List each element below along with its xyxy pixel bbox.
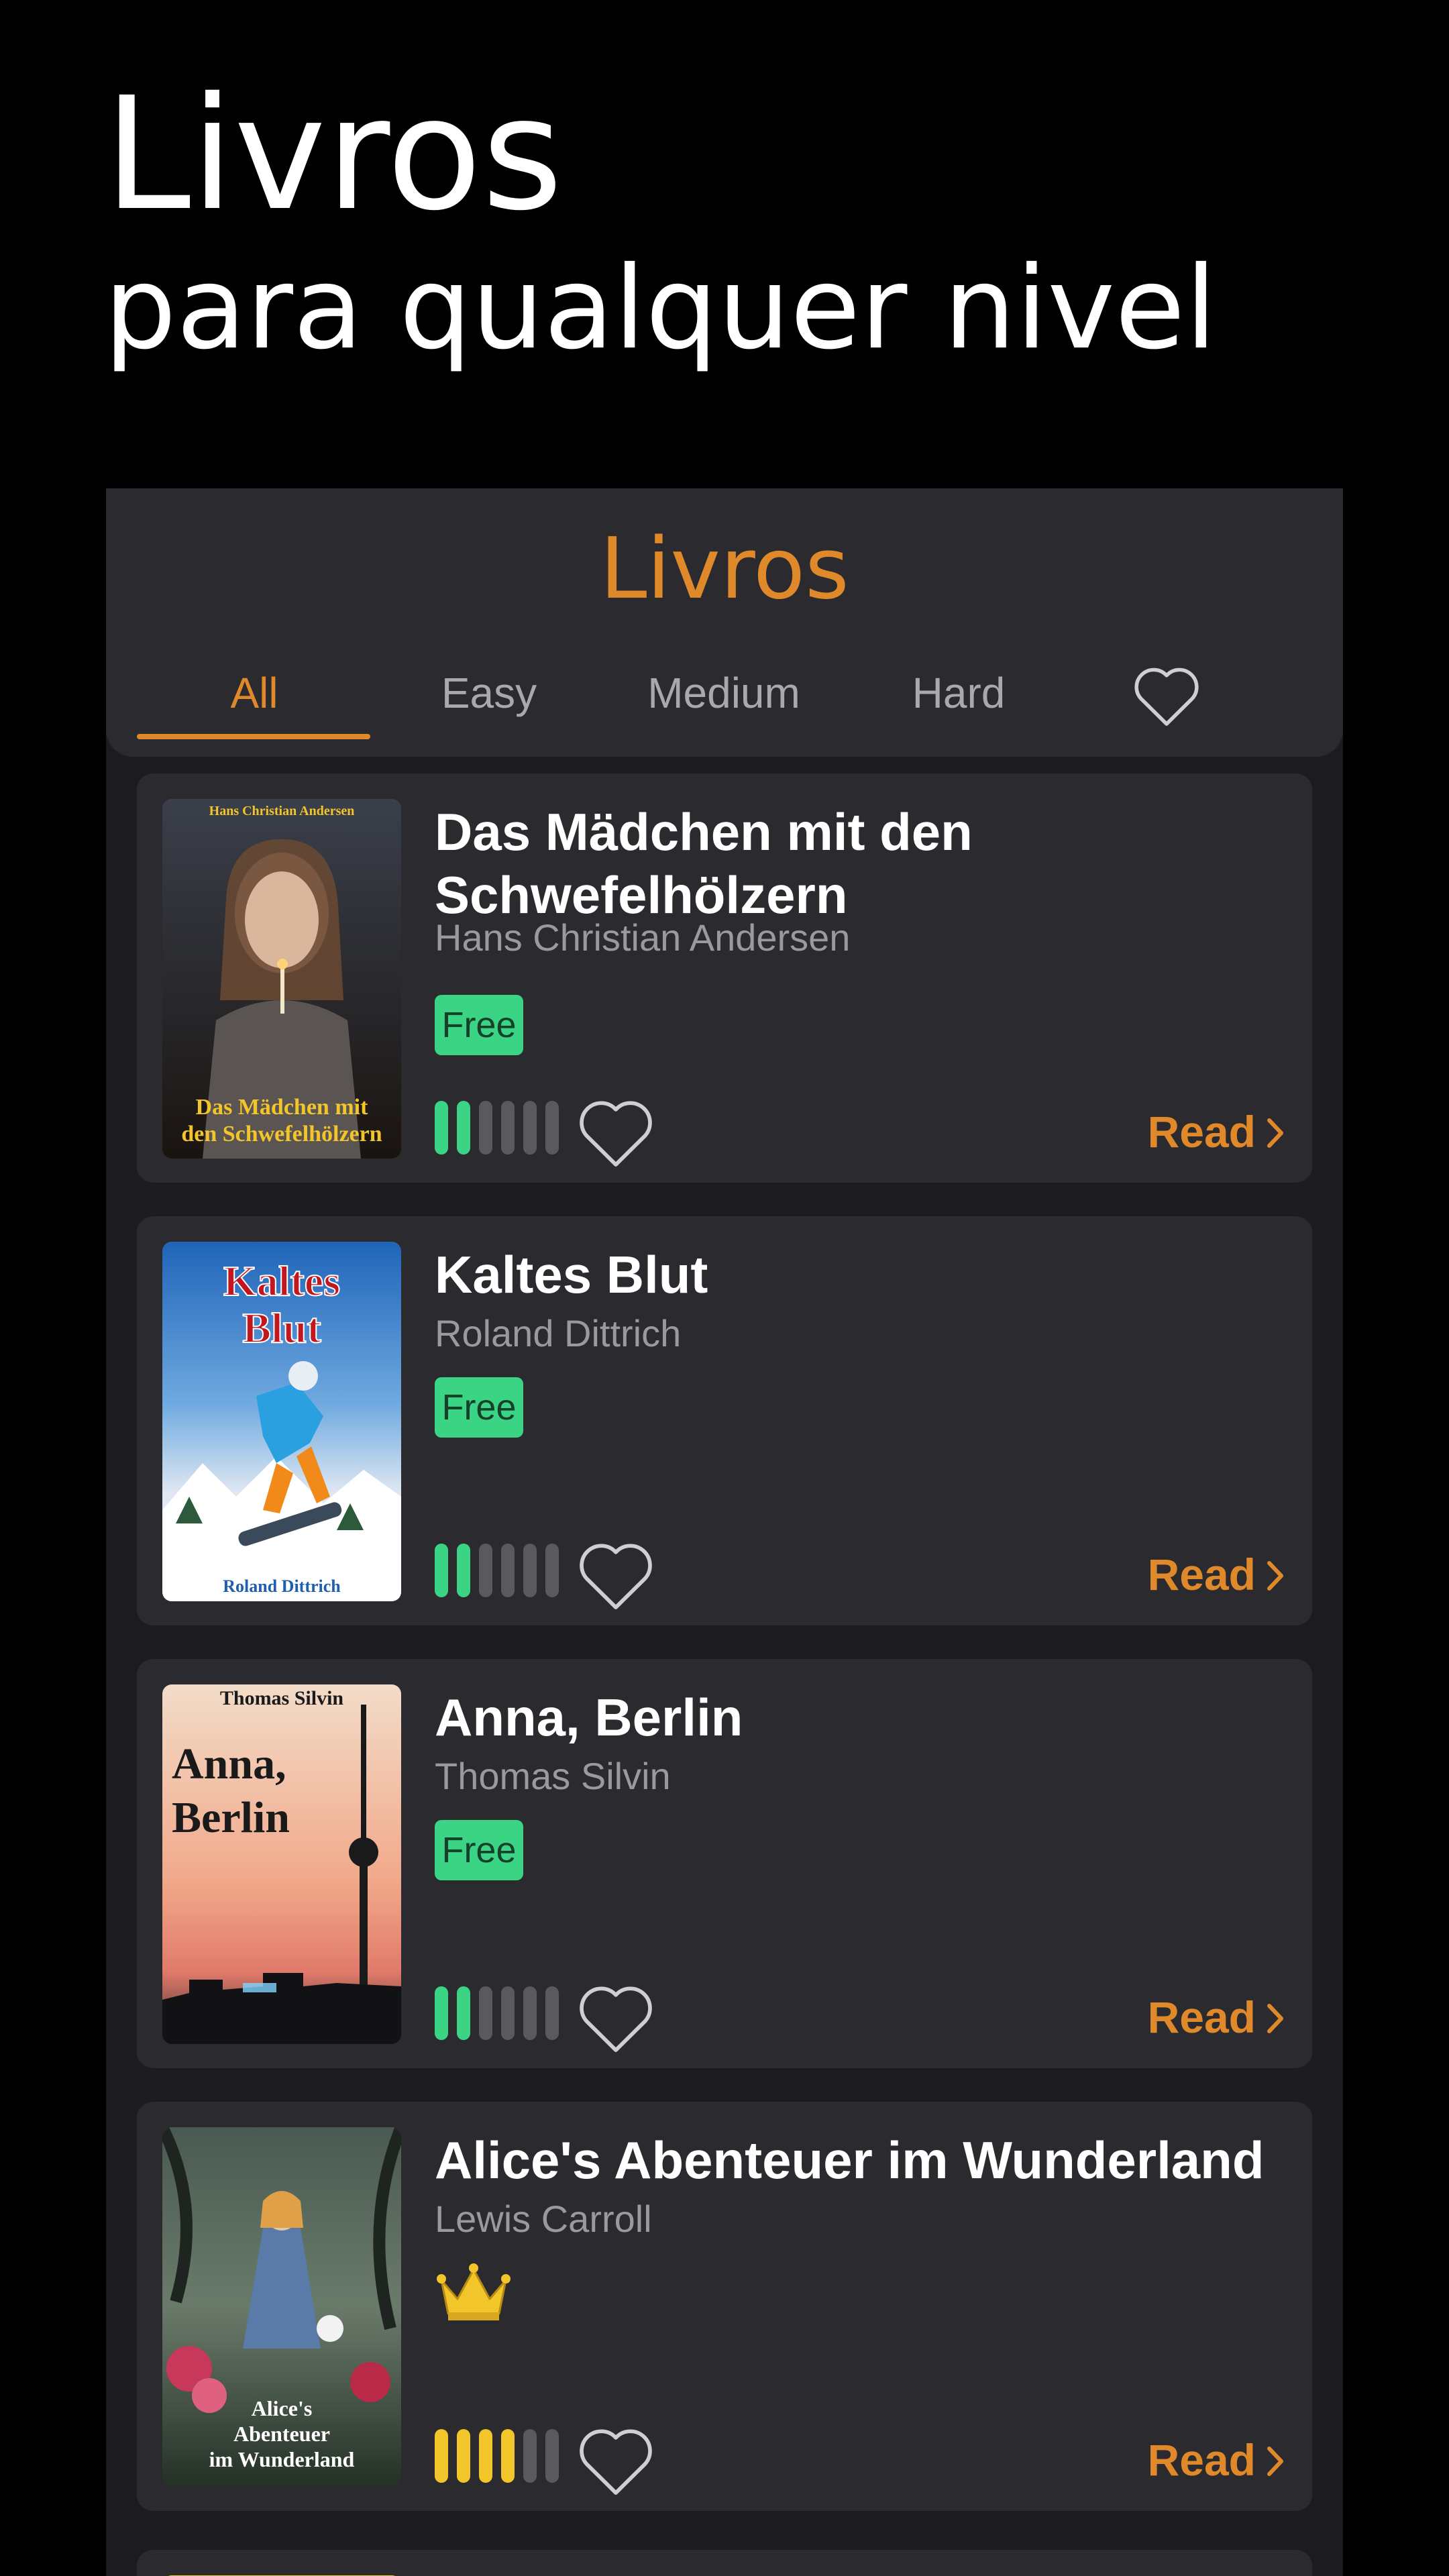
chevron-right-icon — [1267, 1118, 1283, 1148]
book-card[interactable]: Thomas Silvin Anna, Berlin Anna, Berlin … — [137, 1659, 1312, 2068]
cover-author: Hans Christian Andersen — [209, 804, 355, 818]
svg-text:Anna,: Anna, — [172, 1739, 286, 1788]
chevron-right-icon — [1267, 2446, 1283, 2476]
book-title: Das Mädchen mit den Schwefelhölzern — [435, 802, 973, 924]
read-button[interactable]: Read — [1148, 1990, 1285, 2044]
favorite-button[interactable] — [574, 1536, 657, 1613]
level-segment — [479, 1101, 492, 1155]
tab-medium[interactable]: Medium — [606, 649, 841, 737]
cover-title: Kaltes — [223, 1257, 340, 1305]
svg-text:Blut: Blut — [242, 1304, 321, 1352]
cover-author: Roland Dittrich — [223, 1576, 341, 1596]
read-label: Read — [1147, 1992, 1256, 2042]
tab-easy[interactable]: Easy — [372, 649, 606, 737]
read-label: Read — [1147, 2435, 1256, 2485]
free-badge: Free — [435, 1820, 523, 1880]
heart-outline-icon — [580, 1101, 652, 1167]
heart-outline-icon — [580, 1544, 652, 1609]
app-screen: Livros All Easy Medium Hard Hans Christi… — [106, 488, 1343, 2576]
svg-text:im Wunderland: im Wunderland — [209, 2447, 355, 2471]
level-segment — [457, 1544, 470, 1597]
book-author: Hans Christian Andersen — [435, 916, 851, 959]
level-segment — [457, 2429, 470, 2483]
svg-text:Berlin: Berlin — [172, 1793, 290, 1842]
page-title: Livros — [600, 519, 849, 618]
level-segment — [479, 2429, 492, 2483]
book-card[interactable] — [137, 2550, 1312, 2576]
level-segment — [479, 1986, 492, 2040]
heart-outline-icon — [580, 2429, 652, 2495]
book-title: Alice's Abenteuer im Wunderland — [435, 2131, 1265, 2190]
tab-all[interactable]: All — [137, 649, 372, 737]
level-segment — [501, 1544, 515, 1597]
heart-outline-icon — [1134, 667, 1199, 726]
book-cover: Thomas Silvin Anna, Berlin — [162, 1684, 401, 2044]
favorite-button[interactable] — [574, 1978, 657, 2056]
level-segment — [545, 1544, 559, 1597]
book-title: Anna, Berlin — [435, 1688, 743, 1747]
level-segment — [457, 1101, 470, 1155]
book-card[interactable]: Kaltes Blut Roland Dittrich Kaltes Blut … — [137, 1216, 1312, 1625]
level-segment — [501, 1101, 515, 1155]
level-segment — [523, 1544, 537, 1597]
level-segment — [523, 1986, 537, 2040]
tab-hard[interactable]: Hard — [841, 649, 1076, 737]
level-segment — [435, 1101, 448, 1155]
level-segment — [523, 2429, 537, 2483]
read-label: Read — [1147, 1107, 1256, 1157]
promo-title: Livros — [104, 64, 564, 245]
svg-text:Abenteuer: Abenteuer — [233, 2422, 330, 2446]
crown-icon — [435, 2260, 513, 2324]
favorite-button[interactable] — [574, 1093, 657, 1171]
level-segment — [545, 1101, 559, 1155]
level-tabs: All Easy Medium Hard — [137, 649, 1312, 757]
read-button[interactable]: Read — [1148, 2433, 1285, 2487]
book-cover: Kaltes Blut Roland Dittrich — [162, 1242, 401, 1601]
app-header: Livros All Easy Medium Hard — [106, 488, 1343, 757]
promo-subtitle: para qualquer nivel — [104, 242, 1217, 375]
level-segment — [523, 1101, 537, 1155]
level-segment — [479, 1544, 492, 1597]
difficulty-level-bars — [435, 1986, 562, 2040]
cover-author: Thomas Silvin — [220, 1687, 344, 1709]
book-card[interactable]: Alice's Abenteuer im Wunderland Alice's … — [137, 2102, 1312, 2511]
tab-favorites[interactable] — [1130, 661, 1203, 729]
difficulty-level-bars — [435, 1544, 562, 1597]
free-badge: Free — [435, 1377, 523, 1438]
favorite-button[interactable] — [574, 2421, 657, 2499]
chevron-right-icon — [1267, 2003, 1283, 2033]
level-segment — [435, 1544, 448, 1597]
difficulty-level-bars — [435, 1101, 562, 1155]
promo-heading: Livros para qualquer nivel — [104, 74, 1217, 376]
book-author: Lewis Carroll — [435, 2198, 652, 2240]
free-badge: Free — [435, 995, 523, 1055]
book-author: Roland Dittrich — [435, 1312, 682, 1354]
svg-text:den Schwefelhölzern: den Schwefelhölzern — [181, 1122, 382, 1146]
book-cover: Alice's Abenteuer im Wunderland — [162, 2127, 401, 2487]
book-author: Thomas Silvin — [435, 1755, 671, 1797]
read-button[interactable]: Read — [1148, 1548, 1285, 1601]
read-label: Read — [1147, 1550, 1256, 1599]
book-cover: Hans Christian Andersen Das Mädchen mit … — [162, 799, 401, 1159]
level-segment — [457, 1986, 470, 2040]
active-tab-indicator — [137, 734, 370, 739]
heart-outline-icon — [580, 1986, 652, 2052]
chevron-right-icon — [1267, 1560, 1283, 1591]
difficulty-level-bars — [435, 2429, 562, 2483]
level-segment — [545, 2429, 559, 2483]
book-card[interactable]: Hans Christian Andersen Das Mädchen mit … — [137, 773, 1312, 1183]
svg-text:Das Mädchen mit: Das Mädchen mit — [196, 1095, 369, 1120]
level-segment — [501, 2429, 515, 2483]
read-button[interactable]: Read — [1148, 1105, 1285, 1159]
level-segment — [545, 1986, 559, 2040]
svg-text:Alice's: Alice's — [252, 2396, 313, 2420]
level-segment — [435, 2429, 448, 2483]
book-title: Kaltes Blut — [435, 1245, 708, 1304]
level-segment — [501, 1986, 515, 2040]
level-segment — [435, 1986, 448, 2040]
